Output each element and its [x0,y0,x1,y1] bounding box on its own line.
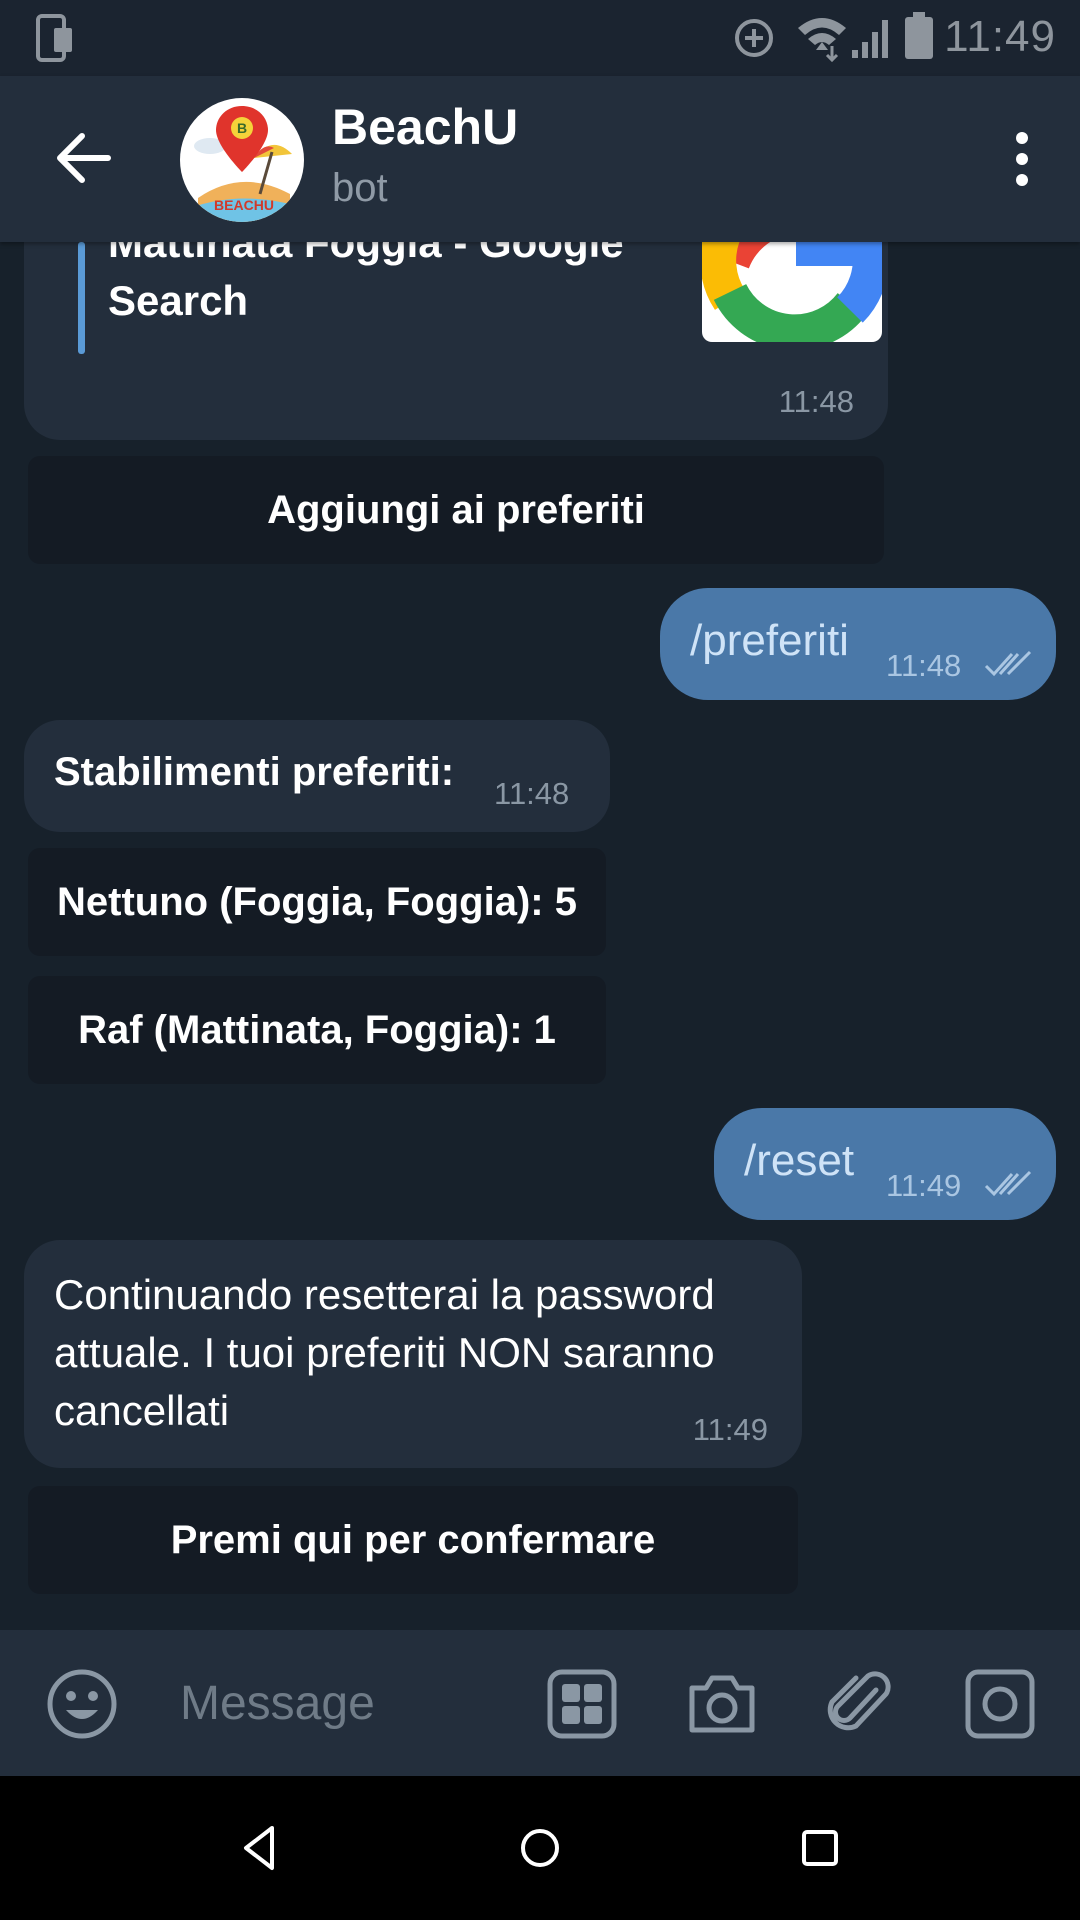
nav-home-icon[interactable] [512,1820,568,1876]
bot-keyboard-icon[interactable] [546,1668,618,1740]
camera-icon[interactable] [686,1668,758,1740]
outgoing-message[interactable]: /reset 11:49 [714,1108,1056,1220]
link-preview-message[interactable]: Mattinata Foggia - Google Search 11:48 [24,242,888,440]
double-check-icon [984,1170,1032,1197]
svg-text:B: B [237,120,247,136]
google-logo-icon[interactable] [702,242,882,342]
phone-icon [36,14,72,62]
link-preview-accent [78,242,85,354]
incoming-message[interactable]: Stabilimenti preferiti: 11:48 [24,720,610,832]
message-text: /reset [744,1136,855,1185]
message-text: Stabilimenti preferiti: [54,750,455,794]
back-arrow-icon[interactable] [48,126,120,190]
message-text: /preferiti [690,616,849,665]
message-time: 11:48 [494,776,570,811]
message-text: Continuando resetterai la password attua… [54,1271,715,1434]
favorite-item-button[interactable]: Raf (Mattinata, Foggia): 1 [28,976,606,1084]
message-time: 11:48 [886,648,962,683]
beach-logo-icon: B BEACHU [190,106,298,222]
emoji-icon[interactable] [46,1668,118,1740]
system-nav-bar [0,1776,1080,1920]
chat-area[interactable]: Mattinata Foggia - Google Search 11:48 A… [0,242,1080,1630]
favorite-item-button[interactable]: Nettuno (Foggia, Foggia): 5 [28,848,606,956]
nav-back-icon[interactable] [232,1820,288,1876]
confirm-reset-button[interactable]: Premi qui per confermare [28,1486,798,1594]
status-bar: 11:49 [0,0,1080,76]
chat-subtitle: bot [332,166,388,210]
nav-recents-icon[interactable] [792,1820,848,1876]
message-time: 11:49 [886,1168,962,1203]
message-time: 11:48 [778,384,854,419]
bot-avatar[interactable]: B BEACHU [180,98,304,222]
round-video-icon[interactable] [964,1668,1036,1740]
chat-header: B BEACHU BeachU bot [0,76,1080,242]
outgoing-message[interactable]: /preferiti 11:48 [660,588,1056,700]
link-preview-title[interactable]: Mattinata Foggia - Google Search [108,242,668,330]
chat-title[interactable]: BeachU [332,98,518,156]
data-saver-icon [735,19,773,57]
more-vert-icon[interactable] [1004,126,1040,192]
double-check-icon [984,650,1032,677]
battery-icon [905,12,933,59]
svg-text:BEACHU: BEACHU [214,197,274,213]
wifi-icon [798,18,846,62]
message-time: 11:49 [692,1412,768,1447]
signal-icon [852,20,888,58]
status-time: 11:49 [944,12,1056,61]
message-input-bar: Message [0,1630,1080,1776]
incoming-message[interactable]: Continuando resetterai la password attua… [24,1240,802,1468]
message-input[interactable]: Message [180,1676,375,1731]
attach-icon[interactable] [826,1668,898,1740]
add-favorites-button[interactable]: Aggiungi ai preferiti [28,456,884,564]
